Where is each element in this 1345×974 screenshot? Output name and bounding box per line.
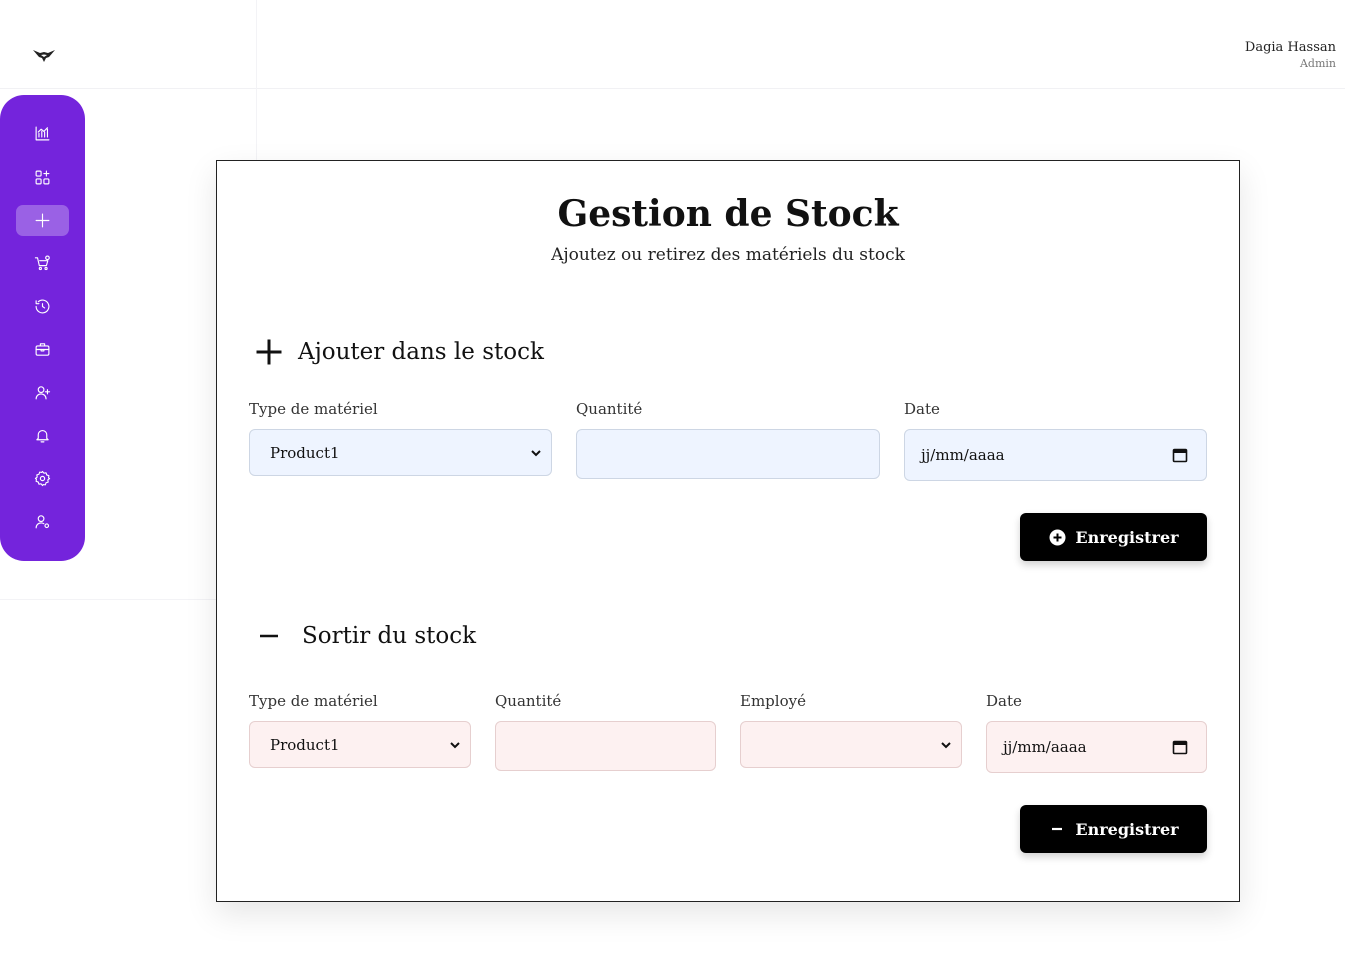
remove-quantity-label: Quantité [495, 692, 562, 710]
sidebar [0, 95, 85, 561]
apps-add-icon [35, 170, 50, 185]
gear-icon [34, 470, 51, 487]
sidebar-item-settings[interactable] [16, 463, 69, 494]
remove-save-button[interactable]: Enregistrer [1020, 805, 1207, 853]
add-type-value: Product1 [270, 443, 340, 462]
remove-type-value: Product1 [270, 735, 340, 754]
chevron-down-icon [941, 741, 951, 748]
add-quantity-label: Quantité [576, 400, 643, 418]
add-quantity-input[interactable] [576, 429, 880, 479]
remove-type-select[interactable]: Product1 [249, 721, 471, 768]
remove-save-label: Enregistrer [1075, 819, 1179, 839]
page-subtitle: Ajoutez ou retirez des matériels du stoc… [551, 245, 905, 265]
plus-icon [256, 339, 282, 365]
add-type-select[interactable]: Product1 [249, 429, 552, 476]
add-save-button[interactable]: Enregistrer [1020, 513, 1207, 561]
cart-icon [34, 255, 50, 271]
plus-icon [35, 213, 50, 228]
user-role: Admin [1299, 57, 1336, 70]
briefcase-icon [35, 343, 50, 356]
user-add-icon [35, 386, 51, 400]
sidebar-item-add-user[interactable] [16, 377, 69, 408]
add-type-label: Type de matériel [249, 400, 378, 418]
chart-icon [35, 126, 50, 141]
remove-employee-select[interactable] [740, 721, 962, 768]
sidebar-item-stock[interactable] [16, 205, 69, 236]
calendar-icon[interactable] [1172, 447, 1188, 463]
add-date-label: Date [904, 400, 940, 418]
remove-date-value: jj/mm/aaaa [1003, 738, 1087, 756]
sidebar-item-history[interactable] [16, 291, 69, 322]
bell-icon [36, 429, 49, 443]
sidebar-item-inventory[interactable] [16, 334, 69, 365]
minus-icon [1048, 820, 1066, 838]
remove-section-title: Sortir du stock [302, 623, 477, 649]
sidebar-item-dashboard[interactable] [16, 118, 69, 149]
user-info[interactable]: Dagia Hassan Admin [1245, 40, 1336, 72]
remove-section-header: Sortir du stock [256, 623, 476, 649]
remove-date-input[interactable]: jj/mm/aaaa [986, 721, 1207, 773]
remove-quantity-input[interactable] [495, 721, 716, 771]
add-save-label: Enregistrer [1075, 527, 1179, 547]
calendar-icon[interactable] [1172, 739, 1188, 755]
sidebar-item-account[interactable] [16, 506, 69, 537]
stock-card: Gestion de Stock Ajoutez ou retirez des … [216, 160, 1240, 902]
user-settings-icon [35, 515, 50, 529]
add-date-input[interactable]: jj/mm/aaaa [904, 429, 1207, 481]
sidebar-item-categories[interactable] [16, 162, 69, 193]
sidebar-item-orders[interactable] [16, 248, 69, 279]
minus-icon [256, 623, 282, 649]
chevron-down-icon [450, 741, 460, 748]
remove-type-label: Type de matériel [249, 692, 378, 710]
remove-employee-label: Employé [740, 692, 806, 710]
sidebar-item-notifications[interactable] [16, 420, 69, 451]
remove-date-label: Date [986, 692, 1022, 710]
add-section-header: Ajouter dans le stock [256, 339, 544, 365]
plus-circle-icon [1048, 528, 1066, 546]
page-title: Gestion de Stock [557, 193, 899, 235]
add-date-value: jj/mm/aaaa [921, 446, 1005, 464]
add-section-title: Ajouter dans le stock [298, 339, 544, 365]
chevron-down-icon [531, 449, 541, 456]
user-name: Dagia Hassan [1244, 40, 1336, 55]
history-icon [35, 299, 50, 314]
